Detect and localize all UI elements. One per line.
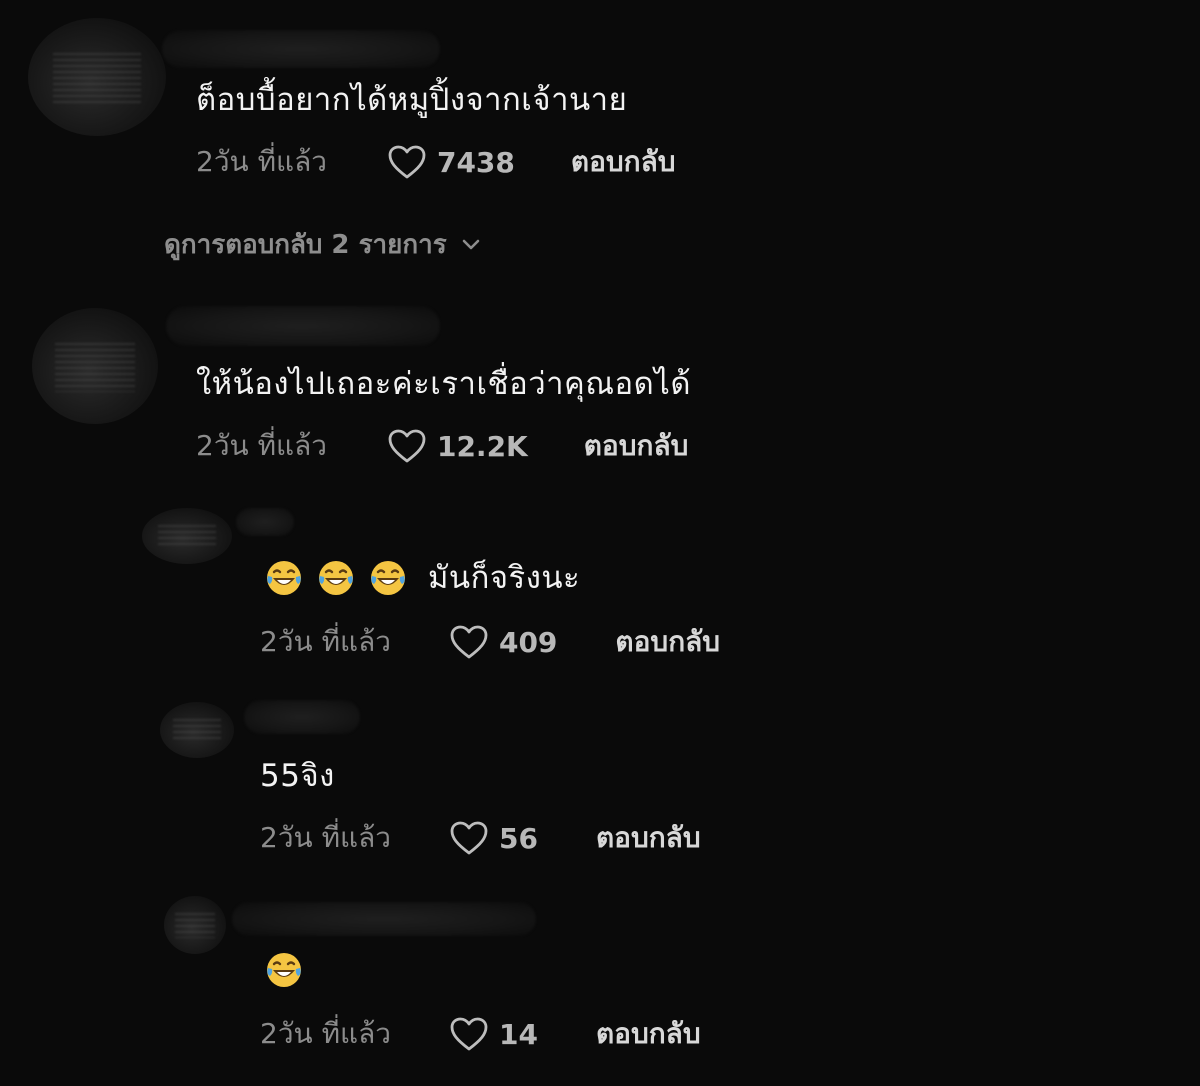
emoji-row bbox=[264, 950, 316, 990]
comment-meta: 2วัน ที่แล้ว 14 ตอบกลับ bbox=[260, 1014, 701, 1054]
emoji-row: มันก็จริงนะ bbox=[264, 558, 580, 598]
heart-outline-icon[interactable] bbox=[449, 820, 489, 856]
avatar[interactable] bbox=[164, 896, 226, 954]
heart-outline-icon[interactable] bbox=[449, 624, 489, 660]
comment-text: ให้น้องไปเถอะค่ะเราเชื่อว่าคุณอดได้ bbox=[196, 366, 691, 402]
like-button[interactable]: 14 bbox=[449, 1016, 538, 1052]
comment-meta: 2วัน ที่แล้ว 7438 ตอบกลับ bbox=[196, 142, 676, 182]
avatar[interactable] bbox=[160, 702, 234, 758]
reply: 55จิง 2วัน ที่แล้ว 56 ตอบกลับ bbox=[0, 696, 1200, 876]
reply-button[interactable]: ตอบกลับ bbox=[596, 1012, 701, 1056]
like-button[interactable]: 409 bbox=[449, 624, 557, 660]
reply-button[interactable]: ตอบกลับ bbox=[615, 620, 720, 664]
like-count: 7438 bbox=[436, 145, 515, 179]
username-redacted[interactable] bbox=[244, 700, 360, 734]
like-count: 12.2K bbox=[436, 429, 528, 463]
timestamp: 2วัน ที่แล้ว bbox=[260, 625, 391, 658]
like-count: 409 bbox=[498, 625, 558, 659]
heart-outline-icon[interactable] bbox=[387, 428, 427, 464]
comment-text: 55จิง bbox=[260, 758, 335, 794]
heart-outline-icon[interactable] bbox=[387, 144, 427, 180]
reply: 2วัน ที่แล้ว 14 ตอบกลับ bbox=[0, 892, 1200, 1072]
face-with-tears-of-joy-icon bbox=[371, 561, 405, 595]
comment: ต็อบบื้อยากได้หมูปิ้งจากเจ้านาย 2วัน ที่… bbox=[0, 0, 1200, 220]
avatar[interactable] bbox=[32, 308, 158, 424]
comment: ให้น้องไปเถอะค่ะเราเชื่อว่าคุณอดได้ 2วัน… bbox=[0, 296, 1200, 496]
like-button[interactable]: 12.2K bbox=[387, 428, 528, 464]
timestamp: 2วัน ที่แล้ว bbox=[196, 429, 327, 462]
username-redacted[interactable] bbox=[236, 508, 294, 536]
avatar[interactable] bbox=[28, 18, 166, 136]
username-redacted[interactable] bbox=[162, 30, 440, 68]
reply-button[interactable]: ตอบกลับ bbox=[584, 424, 689, 468]
face-with-tears-of-joy-icon bbox=[267, 953, 301, 987]
like-button[interactable]: 7438 bbox=[387, 144, 515, 180]
comment-meta: 2วัน ที่แล้ว 12.2K ตอบกลับ bbox=[196, 426, 688, 466]
avatar[interactable] bbox=[142, 508, 232, 564]
comment-meta: 2วัน ที่แล้ว 56 ตอบกลับ bbox=[260, 818, 701, 858]
face-with-tears-of-joy-icon bbox=[319, 561, 353, 595]
username-redacted[interactable] bbox=[232, 902, 536, 936]
view-replies-label: ดูการตอบกลับ 2 รายการ bbox=[164, 229, 447, 260]
username-redacted[interactable] bbox=[166, 306, 440, 346]
comment-text: ต็อบบื้อยากได้หมูปิ้งจากเจ้านาย bbox=[196, 82, 628, 118]
reply-button[interactable]: ตอบกลับ bbox=[596, 816, 701, 860]
reply-button[interactable]: ตอบกลับ bbox=[571, 140, 676, 184]
timestamp: 2วัน ที่แล้ว bbox=[260, 1017, 391, 1050]
reply: มันก็จริงนะ 2วัน ที่แล้ว 409 ตอบกลับ bbox=[0, 500, 1200, 680]
view-replies-button[interactable]: ดูการตอบกลับ 2 รายการ bbox=[164, 226, 483, 262]
comment-text: มันก็จริงนะ bbox=[428, 560, 581, 596]
timestamp: 2วัน ที่แล้ว bbox=[260, 821, 391, 854]
like-button[interactable]: 56 bbox=[449, 820, 538, 856]
comment-meta: 2วัน ที่แล้ว 409 ตอบกลับ bbox=[260, 622, 720, 662]
like-count: 56 bbox=[498, 821, 538, 855]
like-count: 14 bbox=[498, 1017, 538, 1051]
timestamp: 2วัน ที่แล้ว bbox=[196, 145, 327, 178]
heart-outline-icon[interactable] bbox=[449, 1016, 489, 1052]
chevron-down-icon bbox=[462, 239, 479, 250]
face-with-tears-of-joy-icon bbox=[267, 561, 301, 595]
